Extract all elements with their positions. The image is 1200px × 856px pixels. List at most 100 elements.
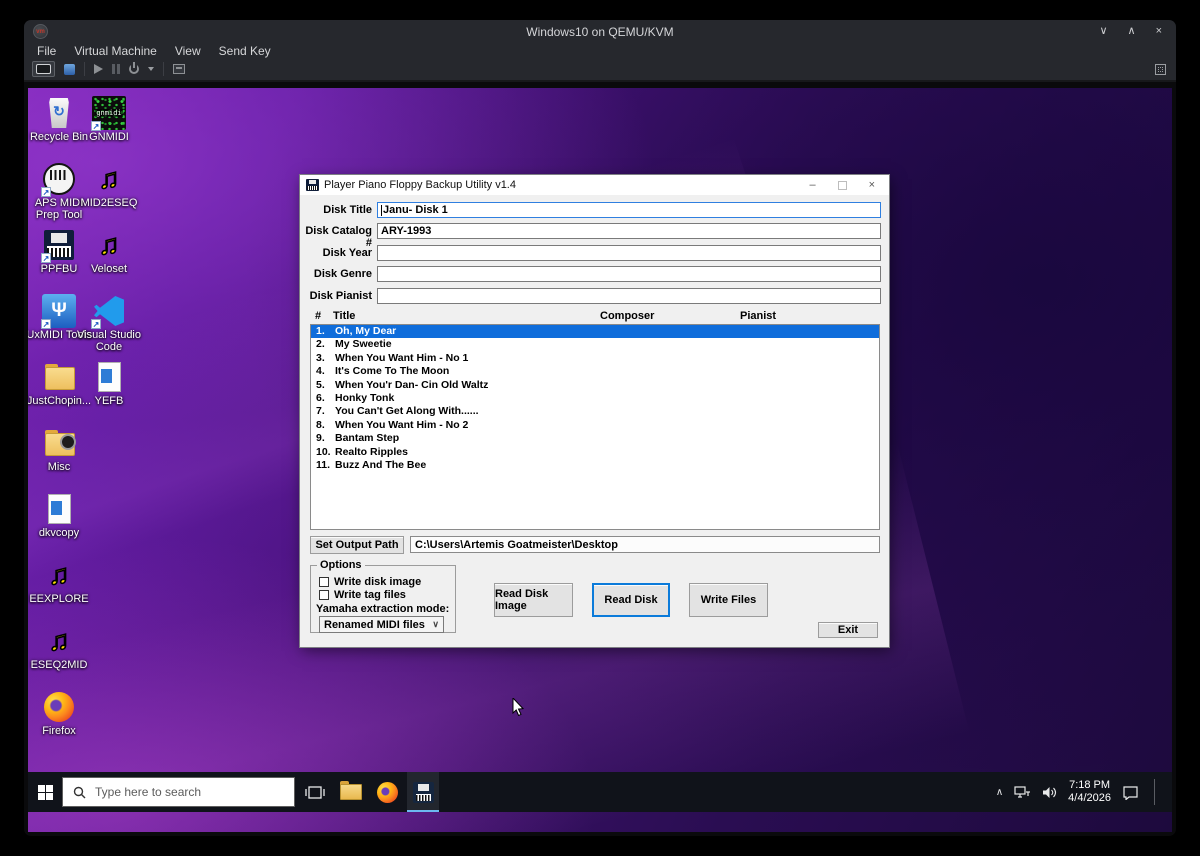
network-icon[interactable] — [1014, 786, 1031, 799]
run-icon[interactable] — [94, 64, 103, 74]
disk-catalog-field[interactable]: ARY-1993 — [377, 223, 881, 239]
song-row[interactable]: 3. When You Want Him - No 1 — [311, 352, 879, 365]
snapshots-icon[interactable] — [173, 64, 185, 74]
vm-display: ↻ ↗ Recycle Bin ↗ APS MIDI Prep Tool — [28, 88, 1172, 832]
options-legend: Options — [317, 559, 365, 571]
desktop-icon-gnmidi[interactable]: gnmidi ↗ GNMIDI — [84, 96, 134, 162]
yamaha-mode-dropdown[interactable]: Renamed MIDI files ∨ — [319, 616, 444, 633]
desktop-icon-aps-midi-prep-tool[interactable]: ↗ APS MIDI Prep Tool — [34, 162, 84, 228]
song-row[interactable]: 11. Buzz And The Bee — [311, 459, 879, 472]
menu-virtual-machine[interactable]: Virtual Machine — [65, 44, 166, 58]
search-box[interactable]: Type here to search — [62, 777, 295, 807]
menu-send-key[interactable]: Send Key — [210, 44, 280, 58]
firefox-button[interactable] — [371, 772, 403, 812]
set-output-path-button[interactable]: Set Output Path — [310, 536, 404, 554]
file-explorer-button[interactable] — [335, 772, 367, 812]
show-desktop-button[interactable] — [1166, 772, 1172, 812]
vm-viewer-window: vm Windows10 on QEMU/KVM ∨ ∧ × File Virt… — [24, 20, 1176, 836]
desktop-icon-label: MID2ESEQ — [75, 197, 143, 209]
tray-chevron-icon[interactable]: ∧ — [996, 787, 1003, 798]
desktop-icon-label: dkvcopy — [28, 527, 93, 539]
song-row[interactable]: 8. When You Want Him - No 2 — [311, 419, 879, 432]
read-disk-button[interactable]: Read Disk — [592, 583, 670, 617]
song-row[interactable]: 2. My Sweetie — [311, 338, 879, 351]
write-tag-files-row[interactable]: Write tag files — [319, 589, 406, 601]
search-placeholder: Type here to search — [95, 785, 201, 799]
pause-icon[interactable] — [112, 64, 120, 74]
desktop-icon-mid2eseq[interactable]: ♫ ↗ MID2ESEQ — [84, 162, 134, 228]
ppfbu-window: Player Piano Floppy Backup Utility v1.4 … — [300, 175, 889, 647]
song-row[interactable]: 1. Oh, My Dear — [311, 325, 879, 338]
app-title: Player Piano Floppy Backup Utility v1.4 — [324, 179, 516, 191]
viewer-maximize-icon[interactable]: ∧ — [1128, 20, 1136, 43]
system-tray: ∧ 7:18 PM 4/4/2026 — [996, 772, 1172, 812]
shutdown-menu-caret-icon[interactable] — [148, 67, 154, 71]
desktop-icon-veloset[interactable]: ♫ ↗ Veloset — [84, 228, 134, 294]
desktop-icon-justchopin[interactable]: ↗ JustChopin... — [34, 360, 84, 426]
disk-title-field[interactable]: Janu- Disk 1 — [377, 202, 881, 218]
yamaha-mode-label: Yamaha extraction mode: — [316, 603, 449, 615]
desktop-icon-ppfbu[interactable]: ↗ PPFBU — [34, 228, 84, 294]
desktop-icon-misc[interactable]: ↗ Misc — [34, 426, 84, 492]
desktop-icon-firefox[interactable]: ↗ Firefox — [34, 690, 84, 756]
fullscreen-icon[interactable] — [1155, 64, 1166, 75]
action-center-icon[interactable] — [1122, 785, 1139, 800]
app-close-icon[interactable]: × — [869, 179, 875, 191]
exit-button[interactable]: Exit — [818, 622, 878, 638]
disk-genre-field[interactable] — [377, 266, 881, 282]
desktop-icon-label: ESEQ2MID — [28, 659, 93, 671]
write-disk-image-checkbox[interactable] — [319, 577, 329, 587]
song-row[interactable]: 5. When You'r Dan- Cin Old Waltz — [311, 379, 879, 392]
app-maximize-icon[interactable] — [838, 181, 847, 190]
read-disk-image-button[interactable]: Read Disk Image — [494, 583, 573, 617]
app-minimize-icon[interactable]: – — [809, 179, 815, 191]
desktop-icon-visual-studio-code[interactable]: ↗ Visual Studio Code — [84, 294, 134, 360]
shortcut-arrow-icon: ↗ — [41, 253, 51, 263]
viewer-titlebar[interactable]: vm Windows10 on QEMU/KVM ∨ ∧ × — [24, 20, 1176, 43]
disk-year-field[interactable] — [377, 245, 881, 261]
song-row[interactable]: 7. You Can't Get Along With...... — [311, 405, 879, 418]
disk-pianist-field[interactable] — [377, 288, 881, 304]
desktop-icon-eseq2mid[interactable]: ♫ ↗ ESEQ2MID — [34, 624, 84, 690]
write-disk-image-row[interactable]: Write disk image — [319, 576, 421, 588]
desktop-icon-eexplore[interactable]: ♫ ↗ EEXPLORE — [34, 558, 84, 624]
hardware-details-icon[interactable] — [64, 64, 75, 75]
desktop-icon-yefb[interactable]: ↗ YEFB — [84, 360, 134, 426]
desktop-icon-label: Visual Studio Code — [75, 329, 143, 353]
desktop-icon-recycle-bin[interactable]: ↻ ↗ Recycle Bin — [34, 96, 84, 162]
desktop-icon-art: ↗ — [42, 360, 76, 394]
firefox-icon — [377, 782, 398, 803]
song-row[interactable]: 9. Bantam Step — [311, 432, 879, 445]
task-view-button[interactable] — [299, 772, 331, 812]
taskbar: Type here to search ∧ 7:18 PM 4/4/2026 — [28, 772, 1172, 812]
song-list[interactable]: 1. Oh, My Dear 2. My Sweetie 3. When You… — [310, 324, 880, 530]
menu-view[interactable]: View — [166, 44, 210, 58]
column-number: # — [315, 310, 321, 322]
volume-icon[interactable] — [1042, 786, 1057, 799]
desktop-icon-art: gnmidi ↗ — [92, 96, 126, 130]
shutdown-icon[interactable] — [129, 64, 139, 74]
shortcut-arrow-icon: ↗ — [91, 319, 101, 329]
console-button[interactable] — [32, 61, 55, 77]
write-tag-files-checkbox[interactable] — [319, 590, 329, 600]
desktop-icon-label: EEXPLORE — [28, 593, 93, 605]
shortcut-arrow-icon: ↗ — [41, 319, 51, 329]
song-row[interactable]: 10. Realto Ripples — [311, 446, 879, 459]
viewer-minimize-icon[interactable]: ∨ — [1099, 20, 1107, 43]
desktop-icon-art: ↗ — [42, 426, 76, 460]
write-files-button[interactable]: Write Files — [689, 583, 768, 617]
start-button[interactable] — [28, 772, 62, 812]
desktop-icon-art: ♫ ↗ — [42, 624, 76, 658]
ppfbu-taskbar-button[interactable] — [407, 772, 439, 812]
viewer-close-icon[interactable]: × — [1156, 20, 1162, 43]
app-titlebar[interactable]: Player Piano Floppy Backup Utility v1.4 … — [300, 175, 889, 195]
menu-file[interactable]: File — [28, 44, 65, 58]
song-row[interactable]: 4. It's Come To The Moon — [311, 365, 879, 378]
monitor-icon — [36, 64, 51, 74]
clock[interactable]: 7:18 PM 4/4/2026 — [1068, 779, 1111, 805]
mouse-cursor — [512, 698, 527, 718]
output-path-field[interactable]: C:\Users\Artemis Goatmeister\Desktop — [410, 536, 880, 553]
song-row[interactable]: 6. Honky Tonk — [311, 392, 879, 405]
desktop-icon-dkvcopy[interactable]: ↗ dkvcopy — [34, 492, 84, 558]
viewer-title: Windows10 on QEMU/KVM — [24, 25, 1176, 39]
